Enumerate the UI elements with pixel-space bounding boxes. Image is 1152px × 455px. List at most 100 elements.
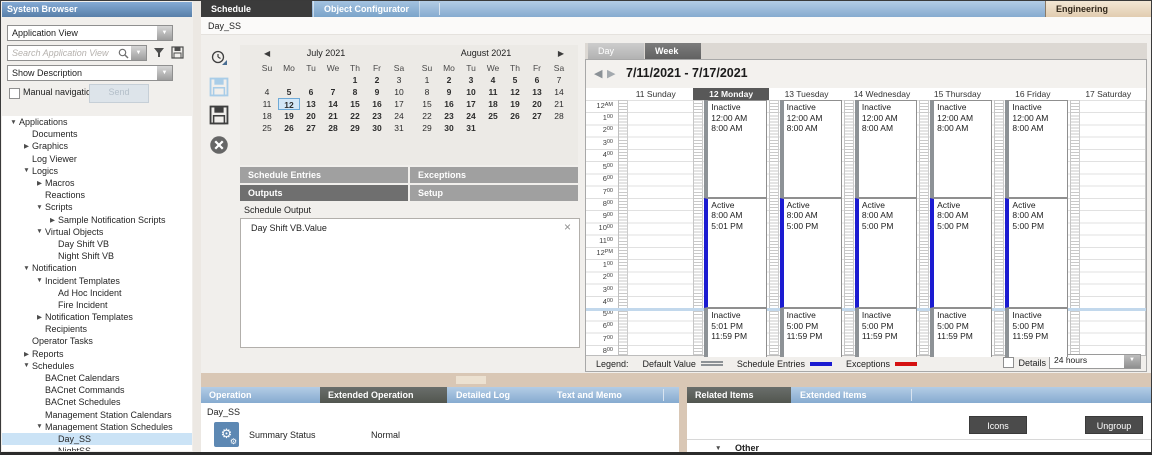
calendar-day-6[interactable]: 6	[526, 74, 548, 86]
calendar-day-29[interactable]: 29	[416, 122, 438, 134]
calendar-day-31[interactable]: 31	[460, 122, 482, 134]
tree-item-day-shift-vb[interactable]: Day Shift VB	[2, 238, 192, 250]
day-column-11-sunday[interactable]	[619, 100, 694, 357]
schedule-event-inactive[interactable]: Inactive12:00 AM8:00 AM	[855, 100, 917, 198]
tree-item-operator-tasks[interactable]: Operator Tasks	[2, 335, 192, 347]
chevron-down-icon[interactable]: ▼	[1124, 355, 1140, 368]
tree-item-day-ss[interactable]: Day_SS	[2, 433, 192, 445]
manual-navigation-checkbox[interactable]	[9, 88, 20, 99]
cancel-icon[interactable]	[209, 135, 229, 155]
schedule-event-inactive[interactable]: Inactive12:00 AM8:00 AM	[704, 100, 766, 198]
tree-item-schedules[interactable]: ▼Schedules	[2, 360, 192, 372]
calendar-day-4[interactable]: 4	[256, 86, 278, 98]
calendar-day-28[interactable]: 28	[548, 110, 570, 122]
tab-outputs[interactable]: Outputs	[240, 185, 408, 201]
day-column-16-friday[interactable]: Inactive12:00 AM8:00 AMActive8:00 AM5:00…	[995, 100, 1070, 357]
schedule-event-inactive[interactable]: Inactive5:00 PM11:59 PM	[855, 308, 917, 357]
next-week-icon[interactable]: ▶	[607, 67, 615, 80]
tree-item-applications[interactable]: ▼Applications	[2, 116, 192, 128]
calendar-day-23[interactable]: 23	[366, 110, 388, 122]
tree-item-nightss[interactable]: NightSS	[2, 445, 192, 451]
calendar-day-27[interactable]: 27	[300, 122, 322, 134]
tree-item-documents[interactable]: Documents	[2, 128, 192, 140]
schedule-event-inactive[interactable]: Inactive12:00 AM8:00 AM	[1005, 100, 1067, 198]
day-column-13-tuesday[interactable]: Inactive12:00 AM8:00 AMActive8:00 AM5:00…	[770, 100, 845, 357]
calendar-day-16[interactable]: 16	[366, 98, 388, 110]
calendar-day-21[interactable]: 21	[322, 110, 344, 122]
expand-arrow-icon[interactable]: ▶	[47, 216, 58, 224]
remove-output-icon[interactable]: ×	[564, 220, 571, 234]
calendar-day-12[interactable]: 12	[278, 98, 300, 110]
calendar-day-22[interactable]: 22	[344, 110, 366, 122]
calendar-day-2[interactable]: 2	[366, 74, 388, 86]
tree-item-notification[interactable]: ▼Notification	[2, 262, 192, 274]
calendar-day-27[interactable]: 27	[526, 110, 548, 122]
details-checkbox[interactable]	[1003, 357, 1014, 368]
tree-item-macros[interactable]: ▶Macros	[2, 177, 192, 189]
calendar-day-10[interactable]: 10	[388, 86, 410, 98]
calendar-day-11[interactable]: 11	[482, 86, 504, 98]
tree-item-bacnet-commands[interactable]: BACnet Commands	[2, 384, 192, 396]
calendar-day-22[interactable]: 22	[416, 110, 438, 122]
calendar-day-11[interactable]: 11	[256, 98, 278, 110]
day-header-13-tuesday[interactable]: 13 Tuesday	[769, 88, 844, 100]
day-column-12-monday[interactable]: Inactive12:00 AM8:00 AMActive8:00 AM5:01…	[694, 100, 769, 357]
calendar-day-30[interactable]: 30	[366, 122, 388, 134]
panel-splitter-horizontal[interactable]	[201, 373, 1151, 387]
tree-item-graphics[interactable]: ▶Graphics	[2, 140, 192, 152]
schedule-event-active[interactable]: Active8:00 AM5:00 PM	[1005, 198, 1067, 308]
tree-item-logics[interactable]: ▼Logics	[2, 165, 192, 177]
collapse-arrow-icon[interactable]: ▼	[21, 167, 32, 174]
calendar-day-15[interactable]: 15	[416, 98, 438, 110]
save-icon[interactable]	[171, 46, 184, 59]
tree-item-fire-incident[interactable]: Fire Incident	[2, 299, 192, 311]
day-column-17-saturday[interactable]	[1071, 100, 1146, 357]
search-input[interactable]: Search Application View ▼	[7, 45, 147, 61]
collapse-arrow-icon[interactable]: ▼	[34, 277, 45, 284]
tab-object-configurator[interactable]: Object Configurator	[313, 1, 420, 17]
bottom-panel-splitter[interactable]	[679, 387, 687, 452]
calendar-day-14[interactable]: 14	[548, 86, 570, 98]
calendar-day-9[interactable]: 9	[438, 86, 460, 98]
tab-day-view[interactable]: Day	[588, 43, 644, 59]
tree-item-virtual-objects[interactable]: ▼Virtual Objects	[2, 226, 192, 238]
calendar-day-31[interactable]: 31	[388, 122, 410, 134]
collapse-arrow-icon[interactable]: ▼	[34, 228, 45, 235]
calendar-day-18[interactable]: 18	[482, 98, 504, 110]
calendar-day-5[interactable]: 5	[504, 74, 526, 86]
calendar-day-15[interactable]: 15	[344, 98, 366, 110]
tree-item-notification-templates[interactable]: ▶Notification Templates	[2, 311, 192, 323]
schedule-event-inactive[interactable]: Inactive12:00 AM8:00 AM	[930, 100, 992, 198]
day-header-12-monday[interactable]: 12 Monday	[693, 88, 768, 100]
ungroup-button[interactable]: Ungroup	[1085, 416, 1143, 434]
calendar-day-26[interactable]: 26	[278, 122, 300, 134]
view-select[interactable]: Application View ▼	[7, 25, 173, 41]
chevron-down-icon[interactable]: ▼	[131, 46, 146, 60]
tab-setup[interactable]: Setup	[410, 185, 578, 201]
calendar-day-6[interactable]: 6	[300, 86, 322, 98]
collapse-arrow-icon[interactable]: ▼	[21, 265, 32, 272]
calendar-day-25[interactable]: 25	[256, 122, 278, 134]
calendar-day-4[interactable]: 4	[482, 74, 504, 86]
calendar-day-7[interactable]: 7	[548, 74, 570, 86]
day-header-14-wednesday[interactable]: 14 Wednesday	[844, 88, 919, 100]
calendar-day-2[interactable]: 2	[438, 74, 460, 86]
day-header-11-sunday[interactable]: 11 Sunday	[618, 88, 693, 100]
group-row-other[interactable]: ▼ Other	[687, 439, 1151, 455]
calendar-day-29[interactable]: 29	[344, 122, 366, 134]
collapse-arrow-icon[interactable]: ▼	[8, 119, 19, 126]
send-button[interactable]: Send	[89, 84, 149, 103]
calendar-day-24[interactable]: 24	[460, 110, 482, 122]
save-disabled-icon[interactable]	[209, 77, 229, 97]
calendar-day-20[interactable]: 20	[526, 98, 548, 110]
filter-icon[interactable]	[153, 47, 165, 59]
day-header-15-thursday[interactable]: 15 Thursday	[920, 88, 995, 100]
collapse-arrow-icon[interactable]: ▼	[34, 423, 45, 430]
calendar-day-26[interactable]: 26	[504, 110, 526, 122]
tree-item-ad-hoc-incident[interactable]: Ad Hoc Incident	[2, 287, 192, 299]
expand-arrow-icon[interactable]: ▶	[34, 313, 45, 321]
schedule-event-active[interactable]: Active8:00 AM5:00 PM	[780, 198, 842, 308]
calendar-day-24[interactable]: 24	[388, 110, 410, 122]
expand-arrow-icon[interactable]: ▶	[21, 142, 32, 150]
day-header-16-friday[interactable]: 16 Friday	[995, 88, 1070, 100]
